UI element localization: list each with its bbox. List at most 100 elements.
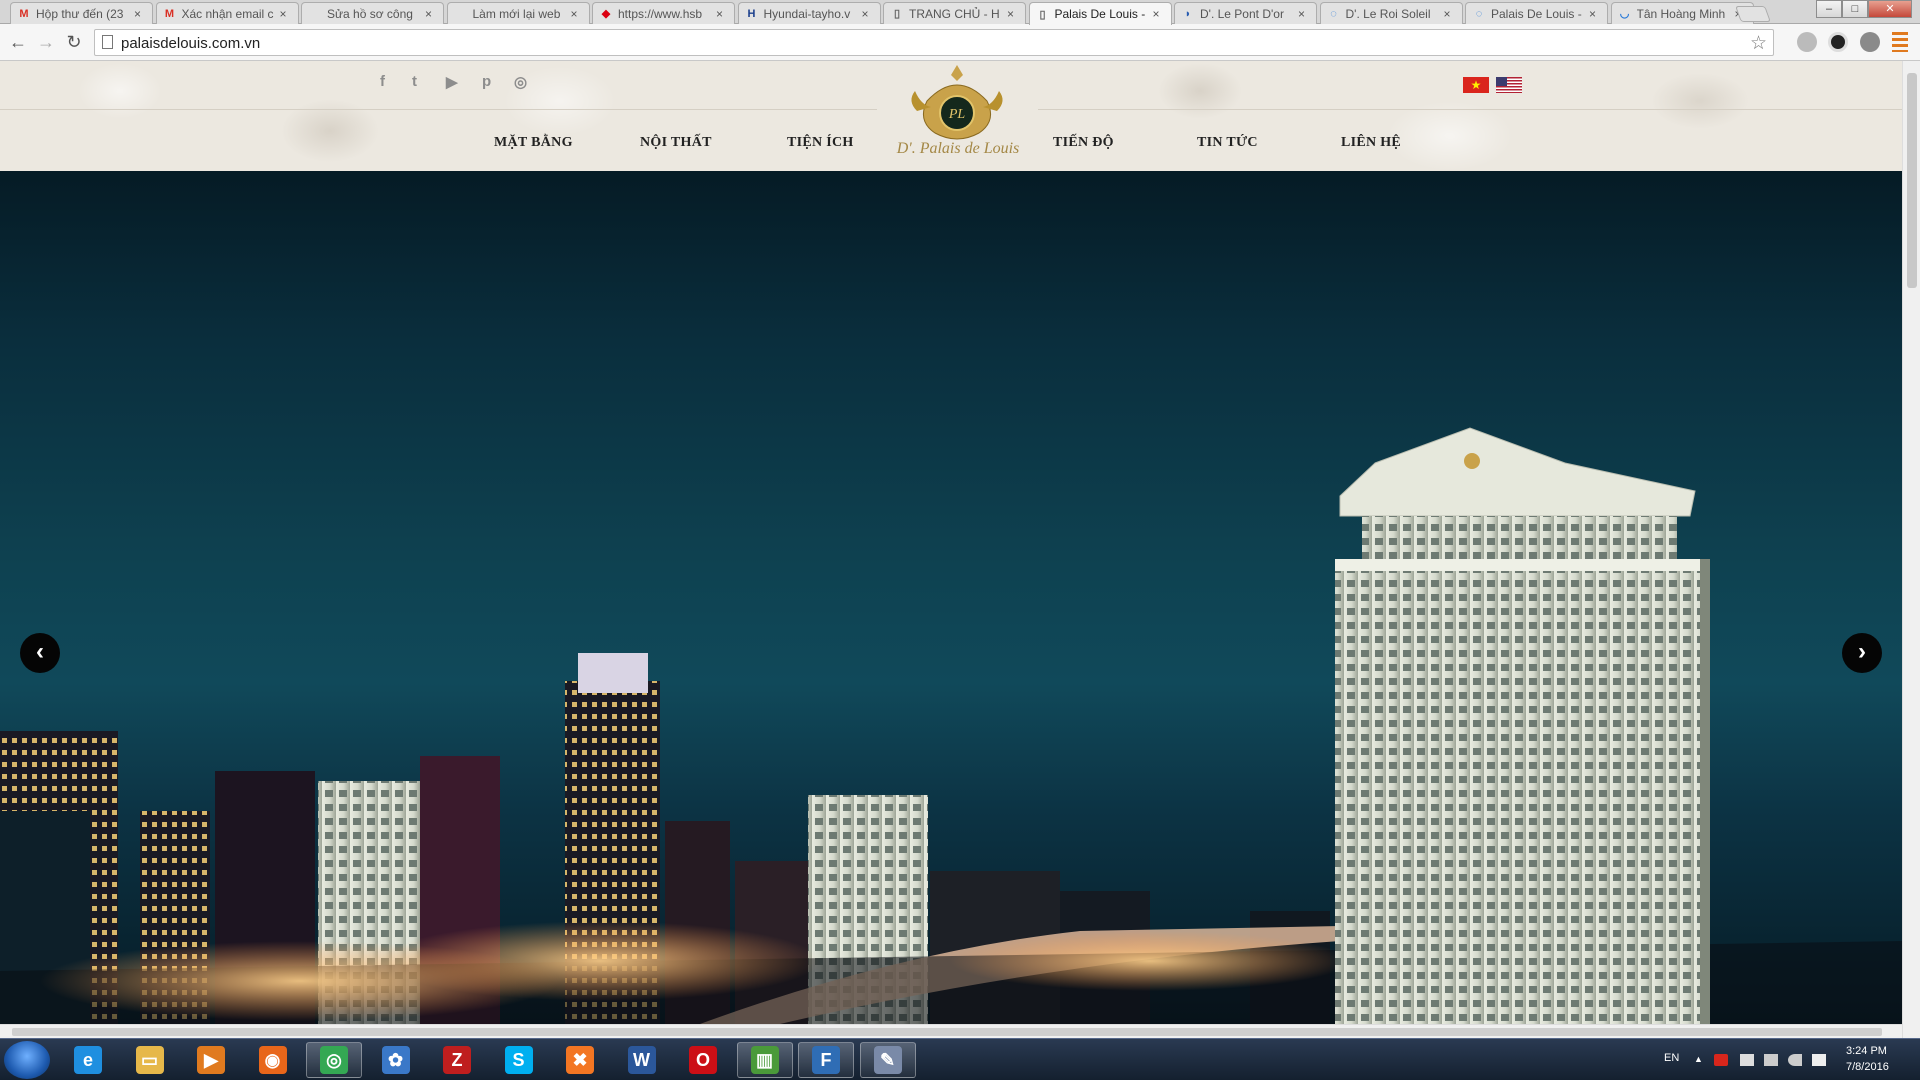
tab-close-icon[interactable]: ×	[862, 7, 874, 21]
browser-tab[interactable]: Sửa hồ sơ công ×	[301, 2, 444, 24]
tab-close-icon[interactable]: ×	[1007, 7, 1019, 21]
tab-title: https://www.hsb	[618, 6, 703, 21]
taskbar-app[interactable]: ✿	[368, 1042, 424, 1078]
taskbar-app[interactable]: ✎	[859, 1042, 916, 1078]
browser-tab[interactable]: H Hyundai-tayho.v ×	[737, 2, 881, 24]
clock-date[interactable]: 7/8/2016	[1846, 1061, 1889, 1073]
menu-tien-ich[interactable]: TIỆN ÍCH	[787, 135, 854, 151]
taskbar-app[interactable]: ▭	[122, 1042, 178, 1078]
bookmark-star-icon[interactable]: ☆	[1750, 32, 1767, 55]
youtube-icon[interactable]: ▶	[446, 73, 458, 91]
gmail-icon: M	[164, 7, 175, 20]
taskbar-app[interactable]: ◎	[306, 1042, 362, 1078]
menu-lien-he[interactable]: LIÊN HỆ	[1341, 135, 1401, 151]
tab-close-icon[interactable]: ×	[1153, 7, 1165, 21]
reload-button[interactable]: ↻	[62, 30, 86, 54]
tab-close-icon[interactable]: ×	[1298, 7, 1310, 21]
taskbar-app[interactable]: W	[614, 1042, 670, 1078]
page-icon	[102, 35, 113, 49]
menu-tin-tuc[interactable]: TIN TỨC	[1197, 135, 1258, 151]
twitter-icon[interactable]: t	[412, 73, 417, 90]
internet-explorer-icon: e	[74, 1046, 102, 1074]
action-center-flag-icon[interactable]	[1740, 1054, 1754, 1066]
network-icon[interactable]	[1764, 1054, 1778, 1066]
menu-tien-do[interactable]: TIẾN ĐỘ	[1053, 135, 1114, 151]
blank-icon	[454, 7, 468, 21]
header-divider	[0, 109, 877, 110]
slider-next-button[interactable]: ›	[1842, 633, 1882, 673]
tab-close-icon[interactable]: ×	[280, 7, 292, 21]
address-bar[interactable]: palaisdelouis.com.vn ☆	[94, 29, 1774, 56]
tab-close-icon[interactable]: ×	[1589, 7, 1601, 21]
tab-title: Làm mới lại web	[472, 6, 561, 21]
filezilla-icon: Z	[443, 1046, 471, 1074]
taskbar-app[interactable]: ✖	[552, 1042, 608, 1078]
loading-icon: ◡	[1619, 8, 1630, 20]
taskbar-app[interactable]: S	[491, 1042, 547, 1078]
taskbar-app[interactable]: O	[675, 1042, 731, 1078]
dark-extension-icon[interactable]	[1828, 32, 1848, 52]
scrollbar-thumb[interactable]	[1907, 73, 1917, 288]
browser-tab[interactable]: ◌ Palais De Louis - ×	[1465, 2, 1608, 24]
facebook-icon[interactable]: f	[380, 73, 385, 90]
media-player-icon: ▶	[197, 1046, 225, 1074]
tab-close-icon[interactable]: ×	[571, 7, 583, 21]
site-header: f t ▶ p ◎ ★ MẶT BẰNG NỘI THẤT TIỆN ÍCH TIẾN …	[0, 61, 1902, 171]
menu-noi-that[interactable]: NỘI THẤT	[640, 135, 712, 151]
browser-tab[interactable]: M Xác nhận email c ×	[155, 2, 299, 24]
vertical-scrollbar[interactable]	[1902, 61, 1920, 1038]
tray-expand-icon[interactable]: ▲	[1694, 1054, 1703, 1064]
language-indicator[interactable]: EN	[1664, 1052, 1679, 1064]
taskbar-app[interactable]: F	[798, 1042, 854, 1078]
hsbc-icon: ◆	[601, 8, 611, 20]
vietnamese-flag-icon[interactable]: ★	[1463, 77, 1489, 93]
slider-prev-button[interactable]: ‹	[20, 633, 60, 673]
tray-app-icon[interactable]	[1714, 1054, 1728, 1066]
instagram-icon[interactable]: ◎	[514, 73, 527, 91]
menu-mat-bang[interactable]: MẶT BẰNG	[494, 135, 573, 151]
night-city-photo	[0, 427, 1902, 1024]
browser-tab[interactable]: M Hộp thư đến (23 ×	[10, 2, 153, 24]
taskbar-app[interactable]: ▥	[736, 1042, 793, 1078]
volume-icon[interactable]	[1788, 1054, 1802, 1066]
browser-tab[interactable]: ◗ D'. Le Pont D'or ×	[1174, 2, 1317, 24]
taskbar-app[interactable]: ◉	[245, 1042, 301, 1078]
sync-extension-icon[interactable]	[1797, 32, 1817, 52]
taskbar-app[interactable]: ▶	[183, 1042, 239, 1078]
menu-icon[interactable]	[1892, 32, 1908, 52]
tab-close-icon[interactable]: ×	[425, 7, 437, 21]
us-flag-icon[interactable]	[1496, 77, 1522, 93]
browser-tab[interactable]: ▯ Palais De Louis - ×	[1028, 2, 1172, 25]
clock-time[interactable]: 3:24 PM	[1846, 1045, 1887, 1057]
tab-title: Hyundai-tayho.v	[763, 6, 851, 21]
start-button[interactable]	[4, 1041, 50, 1079]
horizontal-scrollbar[interactable]	[0, 1024, 1902, 1038]
url-text: palaisdelouis.com.vn	[121, 35, 261, 52]
browser-tab[interactable]: ◡Tân Hoàng Minh×	[1610, 2, 1754, 24]
minimize-button[interactable]: –	[1816, 0, 1842, 18]
tab-title: Xác nhận email c	[181, 6, 274, 21]
windows-icon[interactable]	[1812, 1054, 1826, 1066]
firefox-icon: ◉	[258, 1046, 287, 1074]
new-tab-button[interactable]	[1735, 6, 1771, 22]
flag-star: ★	[1470, 78, 1482, 92]
tab-close-icon[interactable]: ×	[134, 7, 146, 21]
pinterest-icon[interactable]: p	[482, 73, 491, 90]
browser-tab[interactable]: ◆ https://www.hsb ×	[592, 2, 735, 24]
browser-tab[interactable]: ▯ TRANG CHỦ - H ×	[883, 2, 1026, 24]
window-close-button[interactable]: ✕	[1868, 0, 1912, 18]
globe-extension-icon[interactable]	[1860, 32, 1880, 52]
tab-close-icon[interactable]: ×	[716, 7, 728, 21]
maximize-button[interactable]: □	[1842, 0, 1868, 18]
hero-slider[interactable]: ‹ ›	[0, 171, 1902, 1024]
taskbar-app[interactable]: e	[60, 1042, 116, 1078]
back-button[interactable]: ←	[6, 30, 30, 54]
browser-tab[interactable]: Làm mới lại web ×	[446, 2, 590, 24]
scrollbar-thumb[interactable]	[12, 1028, 1882, 1036]
tab-close-icon[interactable]: ×	[1444, 7, 1456, 21]
page-icon: ▯	[1039, 8, 1046, 21]
taskbar-app[interactable]: Z	[429, 1042, 485, 1078]
forward-button[interactable]: →	[34, 30, 58, 54]
browser-tab[interactable]: ◌ D'. Le Roi Soleil ×	[1319, 2, 1463, 24]
tab-title: Sửa hồ sơ công	[327, 6, 413, 21]
